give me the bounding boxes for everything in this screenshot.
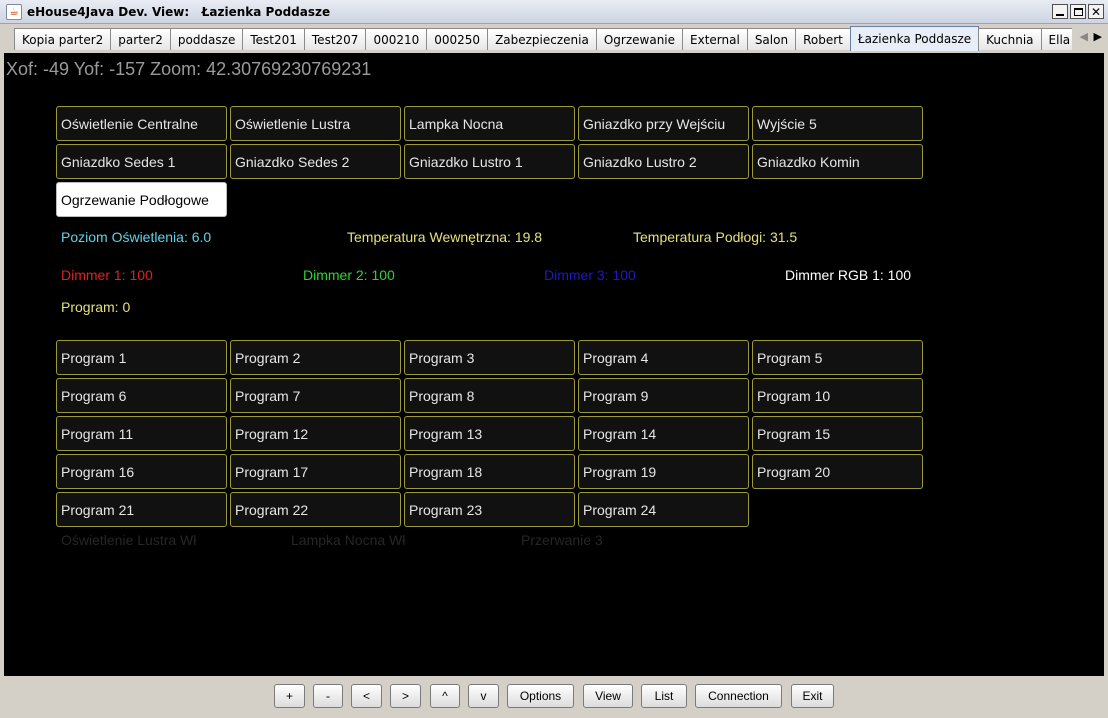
output-button[interactable]: Gniazdko Lustro 1 [404, 144, 575, 179]
tab-item[interactable]: Kopia parter2 [14, 28, 112, 50]
options-button[interactable]: Options [507, 684, 574, 708]
tab-item[interactable]: parter2 [110, 28, 171, 50]
dimmer-rgb-1-label[interactable]: Dimmer RGB 1: 100 [785, 267, 911, 283]
program-button[interactable]: Program 9 [578, 378, 749, 413]
output-button[interactable]: Gniazdko Sedes 1 [56, 144, 227, 179]
tab-item[interactable]: 000210 [365, 28, 428, 50]
light-level-label: Poziom Oświetlenia: 6.0 [61, 229, 212, 245]
house-view-canvas[interactable]: Xof: -49 Yof: -157 Zoom: 42.307692307692… [4, 53, 1104, 676]
view-status-line: Xof: -49 Yof: -157 Zoom: 42.307692307692… [6, 59, 372, 79]
tab-item[interactable]: Salon [746, 28, 797, 50]
tab-list: Kopia parter2 parter2 poddasze Test201 Test2… [14, 26, 1072, 51]
tab-scroll-left-icon[interactable]: ◀ [1080, 30, 1088, 43]
connection-button[interactable]: Connection [695, 684, 782, 708]
program-button[interactable]: Program 13 [404, 416, 575, 451]
program-button[interactable]: Program 24 [578, 492, 749, 527]
floor-temperature-label: Temperatura Podłogi: 31.5 [633, 229, 798, 245]
minimize-button[interactable] [1052, 4, 1068, 19]
dimmer-3-label[interactable]: Dimmer 3: 100 [544, 267, 636, 283]
title-bar: ☕ eHouse4Java Dev. View: Łazienka Poddas… [0, 0, 1108, 24]
close-button[interactable]: ✕ [1088, 4, 1104, 19]
program-buttons-grid: Program 1 Program 2 Program 3 Program 4 Prog… [56, 340, 923, 527]
move-right-button[interactable]: > [390, 684, 421, 708]
tab-item[interactable]: Łazienka Poddasze [849, 26, 980, 51]
program-status-label: Program: 0 [61, 299, 131, 315]
program-button[interactable]: Program 18 [404, 454, 575, 489]
program-button[interactable]: Program 16 [56, 454, 227, 489]
bottom-toolbar: + - < > ^ v Options View List Connection… [0, 676, 1108, 718]
window-controls: ✕ [1052, 4, 1104, 19]
output-button[interactable]: Gniazdko Lustro 2 [578, 144, 749, 179]
faint-label: Oświetlenie Lustra Wł [61, 532, 197, 548]
exit-button[interactable]: Exit [791, 684, 834, 708]
program-button[interactable]: Program 21 [56, 492, 227, 527]
program-button[interactable]: Program 6 [56, 378, 227, 413]
program-button[interactable]: Program 8 [404, 378, 575, 413]
faint-label: Lampka Nocna Wł [291, 532, 406, 548]
program-button[interactable]: Program 15 [752, 416, 923, 451]
tab-item[interactable]: Test207 [303, 28, 367, 50]
move-down-button[interactable]: v [468, 684, 499, 708]
inside-temperature-label: Temperatura Wewnętrzna: 19.8 [347, 229, 543, 245]
close-icon: ✕ [1090, 4, 1102, 19]
output-button[interactable]: Gniazdko Komin [752, 144, 923, 179]
tab-item[interactable]: Robert [795, 28, 851, 50]
output-buttons-grid: Oświetlenie Centralne Oświetlenie Lustra L… [56, 106, 923, 217]
tab-item[interactable]: Ella [1040, 28, 1072, 50]
program-button[interactable]: Program 23 [404, 492, 575, 527]
output-button[interactable]: Gniazdko Sedes 2 [230, 144, 401, 179]
zoom-in-button[interactable]: + [274, 684, 305, 708]
move-left-button[interactable]: < [351, 684, 382, 708]
output-button[interactable]: Oświetlenie Centralne [56, 106, 227, 141]
output-button[interactable]: Oświetlenie Lustra [230, 106, 401, 141]
tab-item[interactable]: poddasze [169, 28, 244, 50]
output-button[interactable]: Lampka Nocna [404, 106, 575, 141]
program-button[interactable]: Program 5 [752, 340, 923, 375]
maximize-icon [1073, 7, 1083, 16]
tab-item[interactable]: 000250 [426, 28, 489, 50]
faint-label: Przerwanie 3 [521, 532, 603, 548]
tab-item[interactable]: Test201 [242, 28, 305, 50]
tab-item[interactable]: External [682, 28, 748, 50]
tab-item[interactable]: Zabezpieczenia [487, 28, 597, 50]
view-button[interactable]: View [583, 684, 633, 708]
tab-strip: Kopia parter2 parter2 poddasze Test201 Test2… [0, 24, 1108, 52]
dimmer-2-label[interactable]: Dimmer 2: 100 [303, 267, 395, 283]
tab-item[interactable]: Kuchnia [978, 28, 1042, 50]
maximize-button[interactable] [1070, 4, 1086, 19]
java-cup-icon: ☕ [6, 3, 22, 20]
output-button[interactable]: Ogrzewanie Podłogowe [56, 182, 227, 217]
program-button[interactable]: Program 22 [230, 492, 401, 527]
list-button[interactable]: List [641, 684, 687, 708]
program-button[interactable]: Program 12 [230, 416, 401, 451]
program-button[interactable]: Program 1 [56, 340, 227, 375]
dimmer-1-label[interactable]: Dimmer 1: 100 [61, 267, 153, 283]
minimize-icon [1056, 14, 1064, 16]
program-button[interactable]: Program 7 [230, 378, 401, 413]
program-button[interactable]: Program 17 [230, 454, 401, 489]
program-button[interactable]: Program 20 [752, 454, 923, 489]
tab-item[interactable]: Ogrzewanie [595, 28, 684, 50]
program-button[interactable]: Program 19 [578, 454, 749, 489]
program-button[interactable]: Program 3 [404, 340, 575, 375]
program-button[interactable]: Program 11 [56, 416, 227, 451]
program-button[interactable]: Program 10 [752, 378, 923, 413]
output-button[interactable]: Wyjście 5 [752, 106, 923, 141]
program-button[interactable]: Program 4 [578, 340, 749, 375]
program-button[interactable]: Program 14 [578, 416, 749, 451]
tab-scroll-right-icon[interactable]: ▶ [1094, 30, 1102, 43]
program-button[interactable]: Program 2 [230, 340, 401, 375]
window-title: eHouse4Java Dev. View: Łazienka Poddasze [27, 4, 331, 19]
output-button[interactable]: Gniazdko przy Wejściu [578, 106, 749, 141]
move-up-button[interactable]: ^ [430, 684, 460, 708]
zoom-out-button[interactable]: - [313, 684, 343, 708]
